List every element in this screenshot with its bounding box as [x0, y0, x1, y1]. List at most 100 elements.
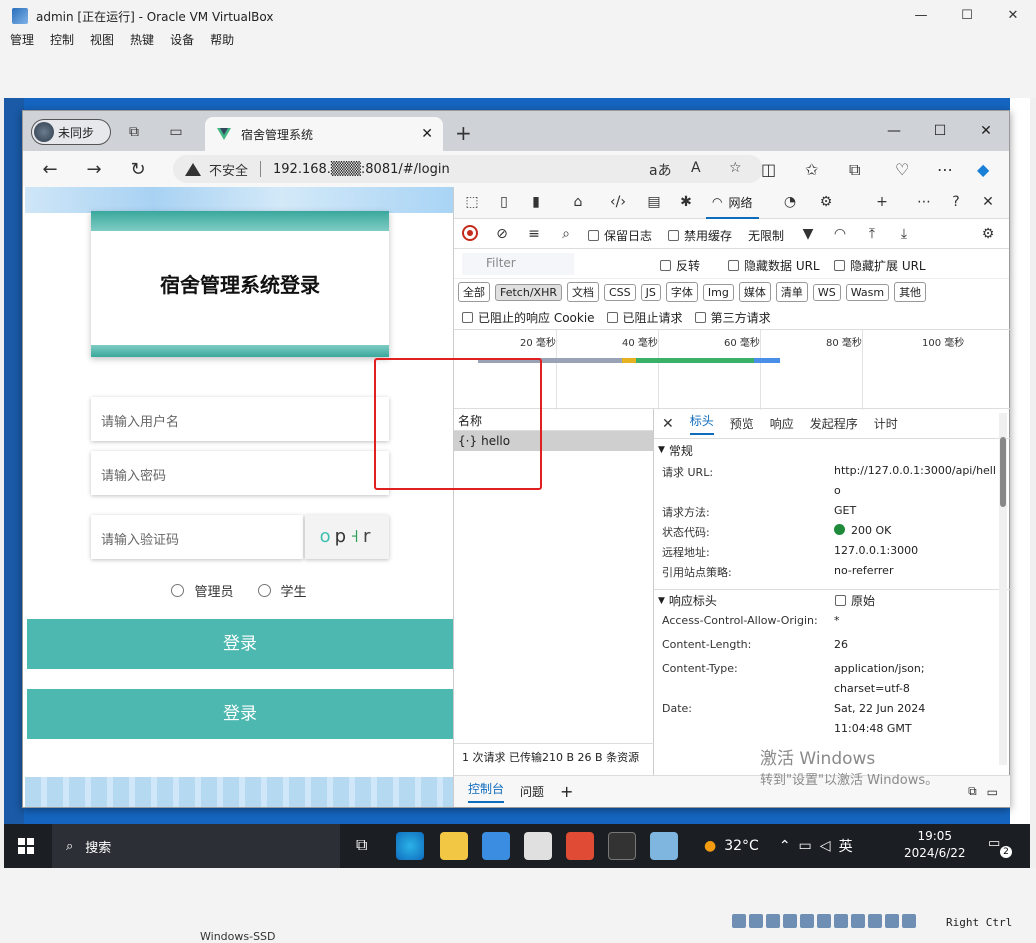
tab-close-icon[interactable]: ✕: [421, 126, 433, 142]
console-icon[interactable]: ▤: [644, 194, 664, 210]
chip-fetch-xhr[interactable]: Fetch/XHR: [495, 283, 562, 301]
shared-folder-icon[interactable]: [817, 914, 831, 928]
general-section-header[interactable]: ▼ 常规: [654, 439, 1010, 461]
task-view-icon[interactable]: ⧉: [356, 835, 367, 855]
chip-manifest[interactable]: 清单: [775, 282, 808, 302]
preserve-log-checkbox[interactable]: 保留日志: [588, 227, 652, 244]
copilot-icon[interactable]: ◆: [977, 160, 989, 179]
tab-initiator[interactable]: 发起程序: [810, 415, 858, 432]
audio-icon[interactable]: [766, 914, 780, 928]
header-value[interactable]: 127.0.0.1:3000: [834, 544, 918, 557]
header-value[interactable]: charset=utf-8: [834, 682, 910, 695]
url-bar[interactable]: 不安全 192.168.▒▒▒:8081/#/login aあ A ☆: [173, 155, 763, 183]
network-settings-gear-icon[interactable]: ⚙: [978, 226, 998, 242]
favorites-icon[interactable]: ✩: [805, 160, 818, 179]
notepad-icon[interactable]: [650, 832, 678, 860]
chip-other[interactable]: 其他: [894, 282, 927, 302]
edge-taskbar-icon[interactable]: [396, 832, 424, 860]
chip-ws[interactable]: WS: [812, 283, 841, 301]
store-icon[interactable]: [482, 832, 510, 860]
weather-icon[interactable]: ●: [704, 838, 716, 854]
notification-icon[interactable]: ▭: [988, 836, 1000, 851]
performance-icon[interactable]: ◔: [780, 194, 800, 210]
tab-dorm-system[interactable]: 宿舍管理系统 ✕: [205, 117, 443, 151]
mail-icon[interactable]: [524, 832, 552, 860]
menu-hotkeys[interactable]: 热键: [130, 32, 154, 52]
mouse-icon[interactable]: [885, 914, 899, 928]
header-value[interactable]: Sat, 22 Jun 2024: [834, 702, 925, 715]
header-value[interactable]: no-referrer: [834, 564, 893, 577]
hdd-icon[interactable]: [732, 914, 746, 928]
chevron-down-icon[interactable]: ▼: [798, 226, 818, 242]
maximize-button[interactable]: ☐: [944, 0, 990, 32]
blocked-requests-checkbox[interactable]: 已阻止请求: [606, 309, 683, 326]
captcha-input[interactable]: 请输入验证码: [91, 515, 303, 559]
tab-issues[interactable]: 问题: [520, 783, 544, 800]
split-screen-icon[interactable]: ◫: [761, 160, 776, 179]
new-tab-button[interactable]: +: [455, 121, 472, 145]
menu-manage[interactable]: 管理: [10, 32, 34, 52]
recording-icon[interactable]: [851, 914, 865, 928]
invert-checkbox[interactable]: 反转: [660, 257, 700, 274]
header-value[interactable]: GET: [834, 504, 856, 517]
browser-maximize-button[interactable]: ☐: [917, 111, 963, 151]
role-admin-radio[interactable]: 管理员: [171, 581, 234, 600]
hide-data-url-checkbox[interactable]: 隐藏数据 URL: [728, 257, 820, 274]
inspect-icon[interactable]: ⬚: [462, 194, 482, 210]
undock-drawer-icon[interactable]: ▭: [987, 785, 998, 799]
network-icon[interactable]: [783, 914, 797, 928]
blocked-cookies-checkbox[interactable]: 已阻止的响应 Cookie: [462, 309, 595, 326]
terminal-icon[interactable]: [608, 832, 636, 860]
login-button-2[interactable]: 登录: [27, 689, 453, 739]
profile-button[interactable]: 未同步: [31, 119, 111, 145]
menu-view[interactable]: 视图: [90, 32, 114, 52]
tab-preview[interactable]: 预览: [730, 415, 754, 432]
tab-response[interactable]: 响应: [770, 415, 794, 432]
search-icon[interactable]: ⌕: [556, 226, 576, 242]
raw-checkbox[interactable]: 原始: [834, 592, 875, 609]
password-input[interactable]: 请输入密码: [91, 451, 389, 495]
weather-temp[interactable]: 32°C: [724, 838, 759, 854]
scrollbar-thumb[interactable]: [1000, 437, 1006, 507]
collections-icon[interactable]: ⧉: [849, 160, 860, 180]
import-har-icon[interactable]: ⤒: [862, 226, 882, 242]
login-button[interactable]: 登录: [27, 619, 453, 669]
third-party-checkbox[interactable]: 第三方请求: [694, 309, 771, 326]
menu-control[interactable]: 控制: [50, 32, 74, 52]
more-tools-plus-icon[interactable]: +: [872, 194, 892, 210]
clear-icon[interactable]: ⊘: [492, 226, 512, 242]
optical-icon[interactable]: [749, 914, 763, 928]
file-explorer-icon[interactable]: [440, 832, 468, 860]
dock-drawer-icon[interactable]: ⧉: [968, 784, 977, 799]
close-button[interactable]: ✕: [990, 0, 1036, 32]
export-har-icon[interactable]: ⤓: [894, 226, 914, 242]
tray-expand-icon[interactable]: ⌃: [779, 838, 791, 854]
header-value[interactable]: *: [834, 614, 840, 627]
tab-headers[interactable]: 标头: [689, 412, 714, 435]
chip-font[interactable]: 字体: [665, 282, 698, 302]
browser-minimize-button[interactable]: —: [871, 111, 917, 151]
workspaces-icon[interactable]: ⧉: [125, 123, 143, 141]
header-value[interactable]: 26: [834, 638, 848, 651]
close-detail-icon[interactable]: ✕: [662, 416, 674, 432]
dock-icon[interactable]: ▮: [526, 194, 546, 210]
cpu-icon[interactable]: [868, 914, 882, 928]
read-aloud-icon[interactable]: aあ: [649, 160, 672, 180]
browser-close-button[interactable]: ✕: [963, 111, 1009, 151]
filter-input[interactable]: Filter: [462, 253, 574, 275]
menu-help[interactable]: 帮助: [210, 32, 234, 52]
sources-bug-icon[interactable]: ✱: [676, 194, 696, 210]
menu-devices[interactable]: 设备: [170, 32, 194, 52]
text-size-icon[interactable]: A: [691, 160, 701, 176]
chip-media[interactable]: 媒体: [738, 282, 771, 302]
speaker-icon[interactable]: ◁: [820, 838, 831, 854]
tab-console[interactable]: 控制台: [468, 780, 505, 803]
ime-indicator[interactable]: 英: [839, 836, 853, 856]
chip-css[interactable]: CSS: [603, 283, 636, 301]
detail-scrollbar[interactable]: [999, 413, 1007, 765]
url-text[interactable]: 192.168.▒▒▒:8081/#/login: [273, 162, 450, 177]
close-devtools-icon[interactable]: ✕: [978, 194, 998, 210]
memory-icon[interactable]: ⚙: [816, 194, 836, 210]
back-arrow-icon[interactable]: ←: [39, 159, 61, 180]
tab-network[interactable]: ◠ 网络: [706, 187, 759, 219]
